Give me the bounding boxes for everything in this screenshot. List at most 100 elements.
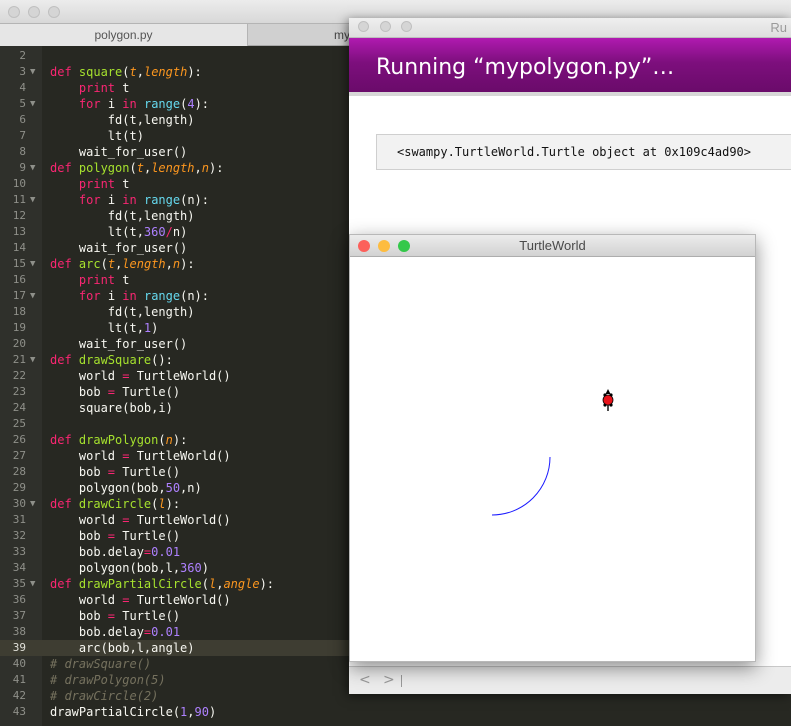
chevron-right-icon[interactable]: > (383, 672, 395, 688)
tab-polygon-py[interactable]: polygon.py (0, 24, 248, 46)
code-text: fd(t,length) (50, 112, 195, 128)
code-token: polygon(bob,l, (50, 561, 181, 575)
code-line[interactable]: 43 drawPartialCircle(1,90) (0, 704, 400, 720)
code-line[interactable]: 24 square(bob,i) (0, 400, 400, 416)
code-line[interactable]: 33 bob.delay=0.01 (0, 544, 400, 560)
code-line[interactable]: 4 print t (0, 80, 400, 96)
code-token: arc (78, 257, 101, 271)
code-token: world (50, 369, 123, 383)
code-text: polygon(bob,50,n) (50, 480, 202, 496)
line-number: 23 (12, 385, 26, 398)
code-token: square(bob,i) (50, 401, 173, 415)
code-token: def (50, 497, 79, 511)
fold-arrow-icon[interactable]: ▼ (30, 192, 35, 208)
code-line[interactable]: 40 # drawSquare() (0, 656, 400, 672)
close-button[interactable] (8, 6, 20, 18)
code-line[interactable]: 22 world = TurtleWorld() (0, 368, 400, 384)
fold-arrow-icon[interactable]: ▼ (30, 96, 35, 112)
line-number: 30 (12, 497, 26, 510)
code-line[interactable]: 8 wait_for_user() (0, 144, 400, 160)
code-line[interactable]: 18 fd(t,length) (0, 304, 400, 320)
zoom-button[interactable] (48, 6, 60, 18)
line-number: 3 (19, 65, 26, 78)
fold-arrow-icon[interactable]: ▼ (30, 352, 35, 368)
code-line[interactable]: 31 world = TurtleWorld() (0, 512, 400, 528)
code-text: bob.delay=0.01 (50, 624, 180, 640)
code-line[interactable]: 23 bob = Turtle() (0, 384, 400, 400)
code-token: = (107, 465, 116, 479)
code-line[interactable]: 15 ▼ def arc(t,length,n): (0, 256, 400, 272)
code-line[interactable]: 12 fd(t,length) (0, 208, 400, 224)
fold-arrow-icon[interactable]: ▼ (30, 576, 35, 592)
code-line[interactable]: 37 bob = Turtle() (0, 608, 400, 624)
code-token: drawCircle (78, 497, 152, 511)
line-number: 10 (12, 177, 26, 190)
code-token: t (115, 177, 130, 191)
code-line[interactable]: 6 fd(t,length) (0, 112, 400, 128)
code-line[interactable]: 35 ▼ def drawPartialCircle(l,angle): (0, 576, 400, 592)
minimize-button[interactable] (28, 6, 40, 18)
code-token: ): (180, 257, 195, 271)
fold-arrow-icon[interactable]: ▼ (30, 496, 35, 512)
code-line[interactable]: 2 (0, 48, 400, 64)
code-line[interactable]: 14 wait_for_user() (0, 240, 400, 256)
code-token: world (50, 449, 123, 463)
line-number: 26 (12, 433, 26, 446)
divider (401, 675, 402, 687)
code-line[interactable]: 38 bob.delay=0.01 (0, 624, 400, 640)
code-line[interactable]: 27 world = TurtleWorld() (0, 448, 400, 464)
chevron-left-icon[interactable]: < (359, 672, 371, 688)
code-token: Turtle() (115, 385, 181, 399)
code-line[interactable]: 32 bob = Turtle() (0, 528, 400, 544)
line-number: 4 (19, 81, 26, 94)
code-line[interactable]: 11 ▼ for i in range(n): (0, 192, 400, 208)
code-line[interactable]: 36 world = TurtleWorld() (0, 592, 400, 608)
code-line[interactable]: 34 polygon(bob,l,360) (0, 560, 400, 576)
fold-arrow-icon[interactable]: ▼ (30, 64, 35, 80)
code-editor[interactable]: 2 3 ▼ def square(t,length): 4 print t 5 ▼ for … (0, 46, 400, 726)
fold-arrow-icon[interactable]: ▼ (30, 256, 35, 272)
code-line[interactable]: 29 polygon(bob,50,n) (0, 480, 400, 496)
code-line[interactable]: 21 ▼ def drawSquare(): (0, 352, 400, 368)
code-token: ): (209, 161, 224, 175)
code-text: bob = Turtle() (50, 384, 180, 400)
code-token: length (122, 257, 166, 271)
code-line[interactable]: 19 lt(t,1) (0, 320, 400, 336)
code-line[interactable]: 13 lt(t,360/n) (0, 224, 400, 240)
code-token: ( (129, 161, 137, 175)
code-line[interactable]: 25 (0, 416, 400, 432)
code-line[interactable]: 39 arc(bob,l,angle) (0, 640, 400, 656)
code-token: ( (201, 577, 209, 591)
code-line[interactable]: 20 wait_for_user() (0, 336, 400, 352)
code-line[interactable]: 30 ▼ def drawCircle(l): (0, 496, 400, 512)
code-line[interactable]: 41 # drawPolygon(5) (0, 672, 400, 688)
code-token: ( (122, 65, 130, 79)
line-number: 31 (12, 513, 26, 526)
code-token: ( (100, 257, 108, 271)
code-token: (): (151, 353, 173, 367)
code-token: range (143, 193, 181, 207)
code-token: = (107, 609, 116, 623)
line-number: 13 (12, 225, 26, 238)
code-line[interactable]: 42 # drawCircle(2) (0, 688, 400, 704)
code-line[interactable]: 7 lt(t) (0, 128, 400, 144)
code-token: range (143, 289, 181, 303)
line-number: 41 (12, 673, 26, 686)
code-token: t (136, 161, 144, 175)
code-token: TurtleWorld() (129, 369, 231, 383)
fold-arrow-icon[interactable]: ▼ (30, 288, 35, 304)
code-line[interactable]: 16 print t (0, 272, 400, 288)
code-line[interactable]: 26 def drawPolygon(n): (0, 432, 400, 448)
code-text: wait_for_user() (50, 240, 187, 256)
code-token: world (50, 513, 123, 527)
fold-arrow-icon[interactable]: ▼ (30, 160, 35, 176)
code-line[interactable]: 3 ▼ def square(t,length): (0, 64, 400, 80)
line-number: 17 (12, 289, 26, 302)
code-line[interactable]: 5 ▼ for i in range(4): (0, 96, 400, 112)
code-line[interactable]: 17 ▼ for i in range(n): (0, 288, 400, 304)
code-line[interactable]: 10 print t (0, 176, 400, 192)
code-line[interactable]: 9 ▼ def polygon(t,length,n): (0, 160, 400, 176)
code-line[interactable]: 28 bob = Turtle() (0, 464, 400, 480)
